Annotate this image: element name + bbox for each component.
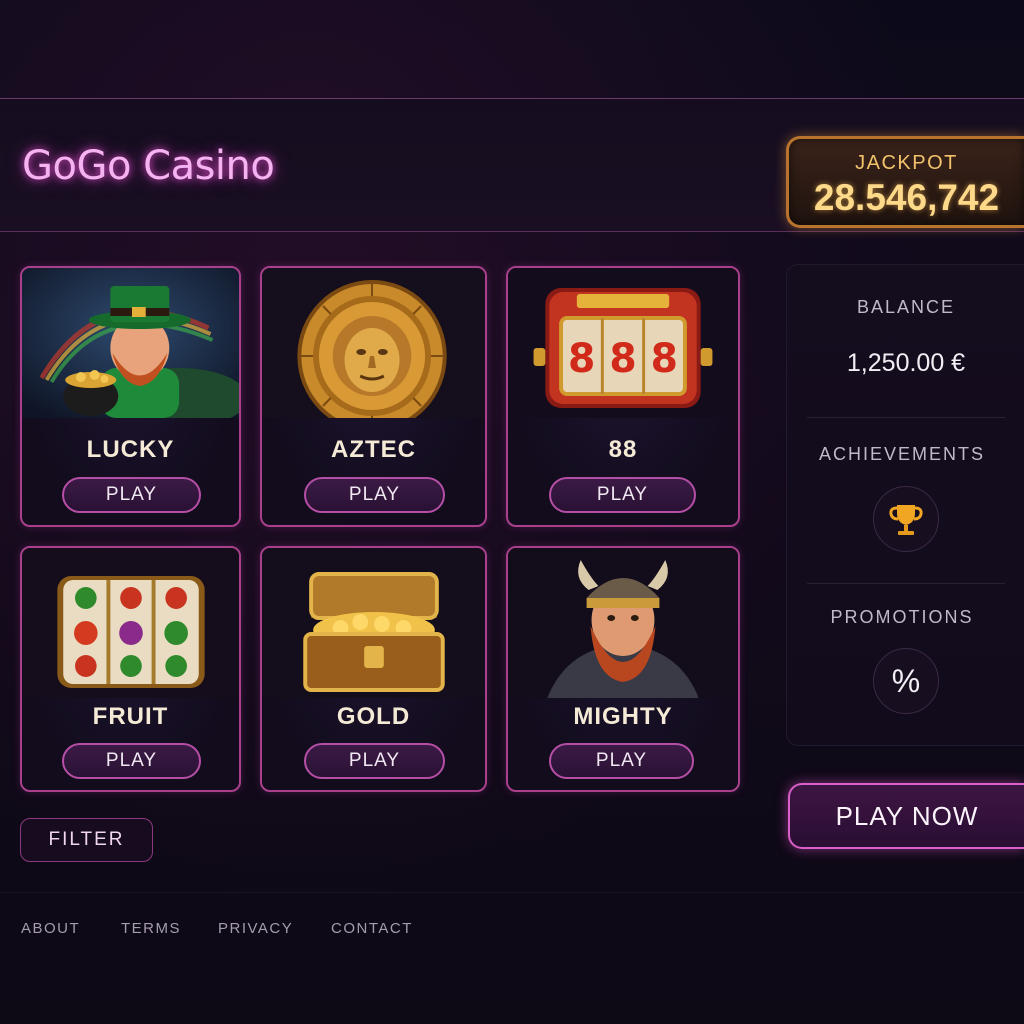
slot-machine-art: 8 8 8 [508, 268, 738, 418]
footer-link-privacy[interactable]: PRIVACY [218, 920, 293, 937]
jackpot-panel: JACKPOT 28.546,742 [786, 136, 1024, 228]
svg-text:8: 8 [609, 336, 636, 382]
achievements-button[interactable] [873, 486, 939, 552]
site-logo[interactable]: GoGo Casino [22, 143, 275, 189]
balance-label: BALANCE [856, 297, 956, 317]
play-button-gold[interactable]: PLAY [304, 743, 445, 779]
balance-value: 1,250.00 € [846, 349, 966, 377]
play-now-button[interactable]: PLAY NOW [788, 783, 1024, 849]
play-button-lucky[interactable]: PLAY [62, 477, 201, 513]
jackpot-value: 28.546,742 [813, 177, 1000, 218]
trophy-icon [889, 505, 923, 535]
game-title: GOLD [336, 703, 411, 730]
footer-link-contact[interactable]: CONTACT [331, 920, 413, 937]
svg-text:8: 8 [651, 336, 678, 382]
game-title: FRUIT [92, 703, 169, 730]
play-button-aztec[interactable]: PLAY [304, 477, 445, 513]
account-side-panel: BALANCE 1,250.00 € ACHIEVEMENTS PROMOTIO… [786, 264, 1024, 746]
game-card-88[interactable]: 8 8 8 88 PLAY [506, 266, 740, 527]
svg-text:8: 8 [568, 336, 595, 382]
play-button-88[interactable]: PLAY [549, 477, 696, 513]
promotions-button[interactable]: % [873, 648, 939, 714]
jackpot-label: JACKPOT [855, 152, 958, 174]
game-card-fruit[interactable]: FRUIT PLAY [20, 546, 241, 792]
footer-divider [0, 892, 1024, 893]
game-card-lucky[interactable]: LUCKY PLAY [20, 266, 241, 527]
game-title: 88 [608, 436, 638, 463]
game-title: MIGHTY [573, 703, 673, 730]
treasure-chest-art [262, 548, 485, 698]
achievements-label: ACHIEVEMENTS [818, 444, 986, 464]
play-button-mighty[interactable]: PLAY [549, 743, 694, 779]
percent-icon: % [891, 662, 921, 699]
play-button-fruit[interactable]: PLAY [62, 743, 201, 779]
aztec-sun-art [262, 268, 485, 418]
viking-art [508, 548, 738, 698]
casino-page: GoGo Casino JACKPOT 28.546,742 LUCKY PLA… [0, 0, 1024, 1024]
divider [807, 417, 1005, 418]
game-card-mighty[interactable]: MIGHTY PLAY [506, 546, 740, 792]
game-card-aztec[interactable]: AZTEC PLAY [260, 266, 487, 527]
footer-link-about[interactable]: ABOUT [21, 920, 80, 937]
fruit-reels-art [22, 548, 239, 698]
filter-button[interactable]: FILTER [20, 818, 153, 862]
promotions-label: PROMOTIONS [830, 607, 974, 627]
game-title: LUCKY [86, 436, 175, 463]
divider [807, 583, 1005, 584]
footer-link-terms[interactable]: TERMS [121, 920, 181, 937]
game-title: AZTEC [331, 436, 416, 463]
game-card-gold[interactable]: GOLD PLAY [260, 546, 487, 792]
leprechaun-art [22, 268, 239, 418]
